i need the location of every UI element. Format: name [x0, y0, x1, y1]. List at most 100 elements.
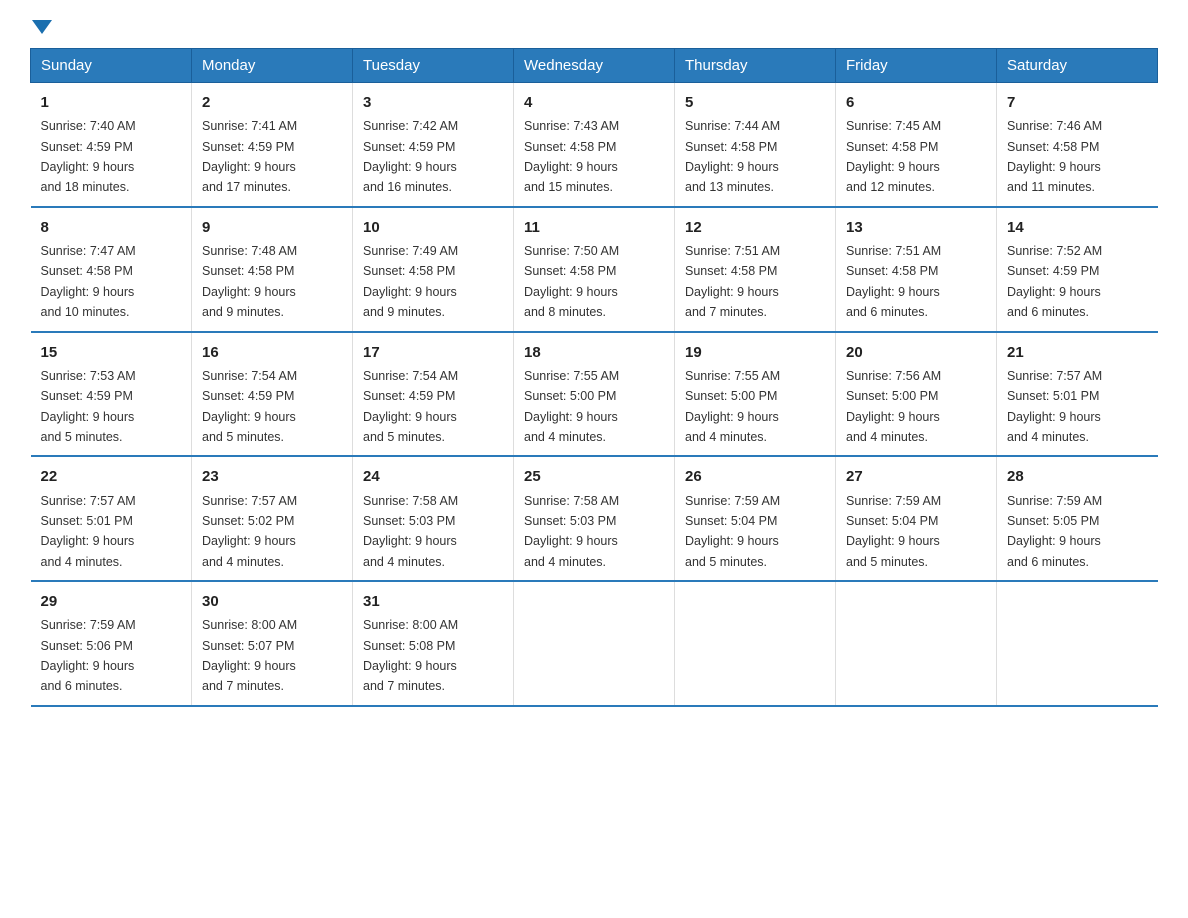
day-info: Sunrise: 7:43 AMSunset: 4:58 PMDaylight:… — [524, 119, 619, 194]
calendar-cell: 6 Sunrise: 7:45 AMSunset: 4:58 PMDayligh… — [836, 83, 997, 207]
day-number: 4 — [524, 91, 664, 114]
day-number: 14 — [1007, 216, 1148, 239]
day-header-sunday: Sunday — [31, 49, 192, 83]
day-header-tuesday: Tuesday — [353, 49, 514, 83]
calendar-cell: 14 Sunrise: 7:52 AMSunset: 4:59 PMDaylig… — [997, 207, 1158, 332]
day-info: Sunrise: 7:51 AMSunset: 4:58 PMDaylight:… — [846, 244, 941, 319]
day-info: Sunrise: 7:44 AMSunset: 4:58 PMDaylight:… — [685, 119, 780, 194]
day-number: 10 — [363, 216, 503, 239]
calendar-cell — [675, 581, 836, 706]
day-number: 8 — [41, 216, 182, 239]
calendar-cell: 8 Sunrise: 7:47 AMSunset: 4:58 PMDayligh… — [31, 207, 192, 332]
day-info: Sunrise: 7:45 AMSunset: 4:58 PMDaylight:… — [846, 119, 941, 194]
page-header — [30, 20, 1158, 32]
day-number: 31 — [363, 590, 503, 613]
day-info: Sunrise: 7:58 AMSunset: 5:03 PMDaylight:… — [363, 494, 458, 569]
day-number: 20 — [846, 341, 986, 364]
calendar-cell: 21 Sunrise: 7:57 AMSunset: 5:01 PMDaylig… — [997, 332, 1158, 457]
calendar-cell: 15 Sunrise: 7:53 AMSunset: 4:59 PMDaylig… — [31, 332, 192, 457]
calendar-week-row: 8 Sunrise: 7:47 AMSunset: 4:58 PMDayligh… — [31, 207, 1158, 332]
day-info: Sunrise: 7:42 AMSunset: 4:59 PMDaylight:… — [363, 119, 458, 194]
day-number: 22 — [41, 465, 182, 488]
calendar-cell: 1 Sunrise: 7:40 AMSunset: 4:59 PMDayligh… — [31, 83, 192, 207]
calendar-cell: 2 Sunrise: 7:41 AMSunset: 4:59 PMDayligh… — [192, 83, 353, 207]
day-info: Sunrise: 7:57 AMSunset: 5:01 PMDaylight:… — [1007, 369, 1102, 444]
day-info: Sunrise: 7:48 AMSunset: 4:58 PMDaylight:… — [202, 244, 297, 319]
day-info: Sunrise: 7:50 AMSunset: 4:58 PMDaylight:… — [524, 244, 619, 319]
day-number: 12 — [685, 216, 825, 239]
day-number: 5 — [685, 91, 825, 114]
day-number: 27 — [846, 465, 986, 488]
day-number: 11 — [524, 216, 664, 239]
day-info: Sunrise: 7:52 AMSunset: 4:59 PMDaylight:… — [1007, 244, 1102, 319]
day-info: Sunrise: 7:59 AMSunset: 5:05 PMDaylight:… — [1007, 494, 1102, 569]
calendar-cell: 22 Sunrise: 7:57 AMSunset: 5:01 PMDaylig… — [31, 456, 192, 581]
day-number: 15 — [41, 341, 182, 364]
calendar-cell: 17 Sunrise: 7:54 AMSunset: 4:59 PMDaylig… — [353, 332, 514, 457]
day-number: 28 — [1007, 465, 1148, 488]
calendar-cell: 18 Sunrise: 7:55 AMSunset: 5:00 PMDaylig… — [514, 332, 675, 457]
day-number: 30 — [202, 590, 342, 613]
calendar-header-row: SundayMondayTuesdayWednesdayThursdayFrid… — [31, 49, 1158, 83]
calendar-cell: 9 Sunrise: 7:48 AMSunset: 4:58 PMDayligh… — [192, 207, 353, 332]
calendar-cell: 29 Sunrise: 7:59 AMSunset: 5:06 PMDaylig… — [31, 581, 192, 706]
day-info: Sunrise: 7:49 AMSunset: 4:58 PMDaylight:… — [363, 244, 458, 319]
day-info: Sunrise: 7:55 AMSunset: 5:00 PMDaylight:… — [685, 369, 780, 444]
calendar-cell — [997, 581, 1158, 706]
day-info: Sunrise: 7:53 AMSunset: 4:59 PMDaylight:… — [41, 369, 136, 444]
day-number: 23 — [202, 465, 342, 488]
day-number: 2 — [202, 91, 342, 114]
calendar-cell: 19 Sunrise: 7:55 AMSunset: 5:00 PMDaylig… — [675, 332, 836, 457]
calendar-cell: 12 Sunrise: 7:51 AMSunset: 4:58 PMDaylig… — [675, 207, 836, 332]
calendar-cell: 20 Sunrise: 7:56 AMSunset: 5:00 PMDaylig… — [836, 332, 997, 457]
calendar-week-row: 29 Sunrise: 7:59 AMSunset: 5:06 PMDaylig… — [31, 581, 1158, 706]
day-info: Sunrise: 7:47 AMSunset: 4:58 PMDaylight:… — [41, 244, 136, 319]
day-info: Sunrise: 7:54 AMSunset: 4:59 PMDaylight:… — [202, 369, 297, 444]
day-info: Sunrise: 7:46 AMSunset: 4:58 PMDaylight:… — [1007, 119, 1102, 194]
day-header-saturday: Saturday — [997, 49, 1158, 83]
day-info: Sunrise: 7:58 AMSunset: 5:03 PMDaylight:… — [524, 494, 619, 569]
calendar-cell: 16 Sunrise: 7:54 AMSunset: 4:59 PMDaylig… — [192, 332, 353, 457]
day-number: 6 — [846, 91, 986, 114]
day-number: 21 — [1007, 341, 1148, 364]
day-header-monday: Monday — [192, 49, 353, 83]
day-number: 9 — [202, 216, 342, 239]
day-header-thursday: Thursday — [675, 49, 836, 83]
day-number: 26 — [685, 465, 825, 488]
day-number: 3 — [363, 91, 503, 114]
day-number: 24 — [363, 465, 503, 488]
day-info: Sunrise: 7:40 AMSunset: 4:59 PMDaylight:… — [41, 119, 136, 194]
day-number: 1 — [41, 91, 182, 114]
calendar-cell: 25 Sunrise: 7:58 AMSunset: 5:03 PMDaylig… — [514, 456, 675, 581]
day-number: 7 — [1007, 91, 1148, 114]
logo — [30, 20, 52, 32]
day-header-friday: Friday — [836, 49, 997, 83]
day-info: Sunrise: 7:54 AMSunset: 4:59 PMDaylight:… — [363, 369, 458, 444]
calendar-cell: 13 Sunrise: 7:51 AMSunset: 4:58 PMDaylig… — [836, 207, 997, 332]
calendar-cell: 31 Sunrise: 8:00 AMSunset: 5:08 PMDaylig… — [353, 581, 514, 706]
day-info: Sunrise: 8:00 AMSunset: 5:07 PMDaylight:… — [202, 618, 297, 693]
day-number: 13 — [846, 216, 986, 239]
day-number: 18 — [524, 341, 664, 364]
calendar-week-row: 15 Sunrise: 7:53 AMSunset: 4:59 PMDaylig… — [31, 332, 1158, 457]
day-info: Sunrise: 7:56 AMSunset: 5:00 PMDaylight:… — [846, 369, 941, 444]
calendar-cell: 7 Sunrise: 7:46 AMSunset: 4:58 PMDayligh… — [997, 83, 1158, 207]
day-info: Sunrise: 8:00 AMSunset: 5:08 PMDaylight:… — [363, 618, 458, 693]
calendar-cell: 30 Sunrise: 8:00 AMSunset: 5:07 PMDaylig… — [192, 581, 353, 706]
day-number: 29 — [41, 590, 182, 613]
calendar-cell: 27 Sunrise: 7:59 AMSunset: 5:04 PMDaylig… — [836, 456, 997, 581]
day-number: 16 — [202, 341, 342, 364]
calendar-cell: 11 Sunrise: 7:50 AMSunset: 4:58 PMDaylig… — [514, 207, 675, 332]
day-info: Sunrise: 7:41 AMSunset: 4:59 PMDaylight:… — [202, 119, 297, 194]
calendar-cell: 3 Sunrise: 7:42 AMSunset: 4:59 PMDayligh… — [353, 83, 514, 207]
calendar-week-row: 22 Sunrise: 7:57 AMSunset: 5:01 PMDaylig… — [31, 456, 1158, 581]
logo-triangle-icon — [32, 20, 52, 34]
day-info: Sunrise: 7:57 AMSunset: 5:02 PMDaylight:… — [202, 494, 297, 569]
calendar-week-row: 1 Sunrise: 7:40 AMSunset: 4:59 PMDayligh… — [31, 83, 1158, 207]
calendar-cell: 5 Sunrise: 7:44 AMSunset: 4:58 PMDayligh… — [675, 83, 836, 207]
calendar-cell: 23 Sunrise: 7:57 AMSunset: 5:02 PMDaylig… — [192, 456, 353, 581]
day-info: Sunrise: 7:59 AMSunset: 5:04 PMDaylight:… — [846, 494, 941, 569]
calendar-cell — [514, 581, 675, 706]
day-number: 25 — [524, 465, 664, 488]
calendar-cell: 26 Sunrise: 7:59 AMSunset: 5:04 PMDaylig… — [675, 456, 836, 581]
